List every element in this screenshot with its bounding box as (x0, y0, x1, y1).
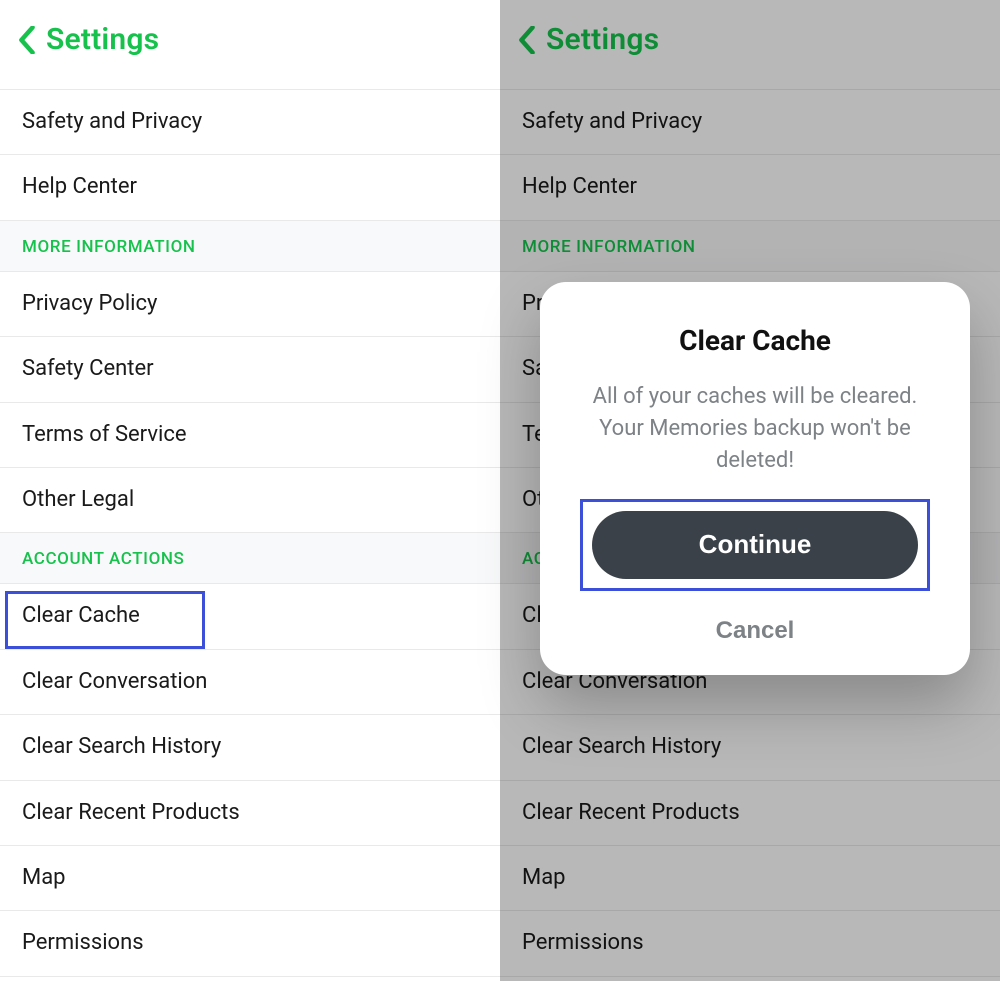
row-other-legal[interactable]: Other Legal (0, 468, 500, 533)
row-label: Clear Conversation (22, 669, 207, 694)
row-label: Clear Search History (22, 734, 221, 759)
row-help-center[interactable]: Help Center (500, 155, 1000, 220)
row-map[interactable]: Map (500, 846, 1000, 911)
settings-screen-left: Settings Safety and Privacy Help Center … (0, 0, 500, 981)
page-title: Settings (46, 22, 159, 57)
clear-cache-modal: Clear Cache All of your caches will be c… (540, 282, 970, 675)
row-clear-recent-products[interactable]: Clear Recent Products (500, 781, 1000, 846)
row-safety-center[interactable]: Safety Center (0, 337, 500, 402)
row-safety-privacy[interactable]: Safety and Privacy (0, 90, 500, 155)
row-label: Safety and Privacy (522, 109, 702, 134)
row-label: Clear Cache (22, 603, 140, 628)
modal-body: All of your caches will be cleared. Your… (574, 381, 936, 477)
row-safety-privacy[interactable]: Safety and Privacy (500, 90, 1000, 155)
row-label: Clear Search History (522, 734, 721, 759)
page-title: Settings (546, 22, 659, 57)
row-label: Terms of Service (22, 422, 187, 447)
back-icon[interactable] (518, 26, 536, 54)
row-privacy-policy[interactable]: Privacy Policy (0, 272, 500, 337)
row-clear-cache[interactable]: Clear Cache (0, 584, 500, 649)
row-map[interactable]: Map (0, 846, 500, 911)
header: Settings (500, 0, 1000, 90)
row-permissions[interactable]: Permissions (0, 911, 500, 976)
row-label: Safety Center (22, 356, 154, 381)
section-account-actions: ACCOUNT ACTIONS (0, 533, 500, 584)
row-clear-conversation[interactable]: Clear Conversation (0, 650, 500, 715)
cancel-button[interactable]: Cancel (574, 617, 936, 645)
row-label: Safety and Privacy (22, 109, 202, 134)
row-label: Clear Recent Products (522, 800, 740, 825)
row-help-center[interactable]: Help Center (0, 155, 500, 220)
row-label: Help Center (522, 174, 637, 199)
row-terms-of-service[interactable]: Terms of Service (0, 403, 500, 468)
row-label: Permissions (22, 930, 144, 955)
modal-title: Clear Cache (574, 324, 936, 357)
row-label: Privacy Policy (22, 291, 157, 316)
row-permissions[interactable]: Permissions (500, 911, 1000, 976)
row-clear-recent-products[interactable]: Clear Recent Products (0, 781, 500, 846)
row-label: Clear Recent Products (22, 800, 240, 825)
row-label: Help Center (22, 174, 137, 199)
row-clear-search-history[interactable]: Clear Search History (0, 715, 500, 780)
row-clear-search-history[interactable]: Clear Search History (500, 715, 1000, 780)
continue-button[interactable]: Continue (592, 511, 918, 579)
section-more-information: MORE INFORMATION (500, 221, 1000, 272)
section-more-information: MORE INFORMATION (0, 221, 500, 272)
row-label: Permissions (522, 930, 644, 955)
row-label: Map (22, 865, 66, 890)
row-label: Map (522, 865, 566, 890)
back-icon[interactable] (18, 26, 36, 54)
header: Settings (0, 0, 500, 90)
settings-screen-right: Settings Safety and Privacy Help Center … (500, 0, 1000, 981)
row-label: Other Legal (22, 487, 134, 512)
